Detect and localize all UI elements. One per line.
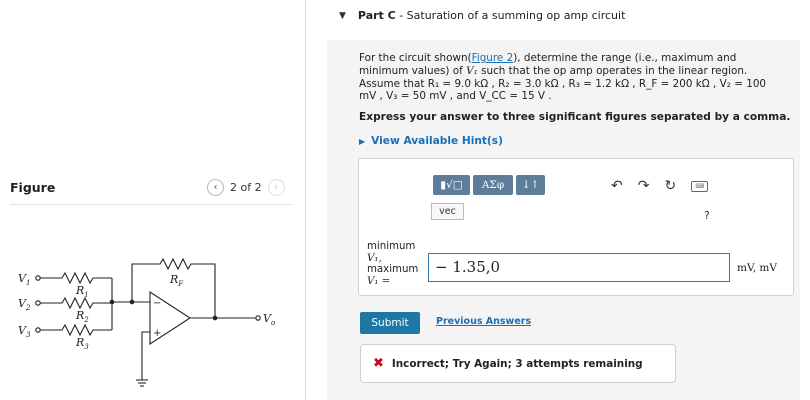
answer-input[interactable]: − 1.35,0: [428, 253, 730, 282]
submit-button[interactable]: Submit: [360, 312, 420, 334]
r2-resistor: [40, 296, 112, 310]
reset-icon[interactable]: ↻: [664, 178, 676, 194]
x-icon: ✖: [373, 356, 384, 371]
symbols-button[interactable]: ΑΣφ: [473, 175, 513, 195]
v1-label: V1: [18, 272, 30, 287]
view-hints-label: View Available Hint(s): [371, 135, 503, 147]
output-junction: [212, 315, 218, 321]
vo-node: [255, 315, 261, 321]
help-button[interactable]: ?: [704, 209, 710, 222]
question-prompt: For the circuit shown(Figure 2), determi…: [359, 52, 767, 103]
r2-label: R2: [75, 309, 89, 324]
v1-node: [35, 275, 41, 281]
part-title: Part C - Saturation of a summing op amp …: [357, 9, 626, 22]
r3-label: R3: [75, 336, 89, 351]
v3-label: V3: [18, 324, 31, 339]
arrows-button[interactable]: ↓↑: [516, 175, 545, 195]
minimum-label: minimum: [367, 241, 416, 252]
v1-min-label: V₁,: [367, 252, 382, 264]
figure-pager: ‹ 2 of 2 ›: [207, 179, 285, 196]
figure-title: Figure: [10, 180, 56, 195]
v3-node: [35, 327, 41, 333]
vec-button[interactable]: vec: [431, 203, 464, 220]
figure-panel: Figure ‹ 2 of 2 › V1 V2 V3 R1 R2 R3 RF −…: [0, 0, 305, 400]
noninverting-sign: +: [153, 328, 161, 339]
v2-label: V2: [18, 297, 31, 312]
templates-button[interactable]: ▮√□: [433, 175, 470, 195]
caret-right-icon: ▶: [359, 136, 366, 146]
maximum-label: maximum: [367, 264, 419, 275]
figure-page-indicator: 2 of 2: [230, 181, 262, 194]
summing-junction: [109, 299, 115, 305]
r1-resistor: [40, 271, 112, 285]
r3-resistor: [40, 323, 112, 337]
caret-down-icon[interactable]: ▼: [339, 11, 346, 21]
rf-label: RF: [169, 273, 184, 288]
chevron-right-icon[interactable]: ›: [267, 179, 285, 196]
redo-icon[interactable]: ↷: [638, 178, 650, 194]
answer-instructions: Express your answer to three significant…: [359, 111, 791, 123]
r1-label: R1: [75, 284, 89, 299]
answer-labels: minimum V₁, maximum V₁ =: [367, 241, 418, 287]
editor-actions: ↶ ↷ ↻ ⌨: [611, 178, 709, 194]
v1-max-label: V₁ =: [367, 275, 391, 287]
part-header[interactable]: ▼ Part C - Saturation of a summing op am…: [339, 9, 625, 22]
previous-answers-link[interactable]: Previous Answers: [436, 316, 531, 327]
inverting-sign: −: [153, 298, 161, 309]
keyboard-icon[interactable]: ⌨: [691, 180, 709, 192]
panel-divider: [305, 0, 306, 400]
figure-divider: [10, 204, 293, 205]
math-toolbar: ▮√□ ΑΣφ ↓↑: [433, 175, 545, 195]
ground-wire: [141, 331, 150, 380]
view-hints-link[interactable]: ▶ View Available Hint(s): [359, 135, 503, 147]
feedback-message: ✖ Incorrect; Try Again; 3 attempts remai…: [360, 344, 676, 383]
answer-unit: mV, mV: [737, 262, 777, 274]
undo-icon[interactable]: ↶: [611, 178, 623, 194]
summing-opamp-circuit: V1 V2 V3 R1 R2 R3 RF − + Vo: [18, 257, 275, 387]
v2-node: [35, 300, 41, 306]
vo-label: Vo: [263, 312, 275, 327]
figure-2-link[interactable]: Figure 2: [472, 52, 514, 64]
feedback-junction: [129, 299, 135, 305]
feedback-text: Incorrect; Try Again; 3 attempts remaini…: [391, 357, 643, 370]
chevron-left-icon[interactable]: ‹: [207, 179, 224, 196]
